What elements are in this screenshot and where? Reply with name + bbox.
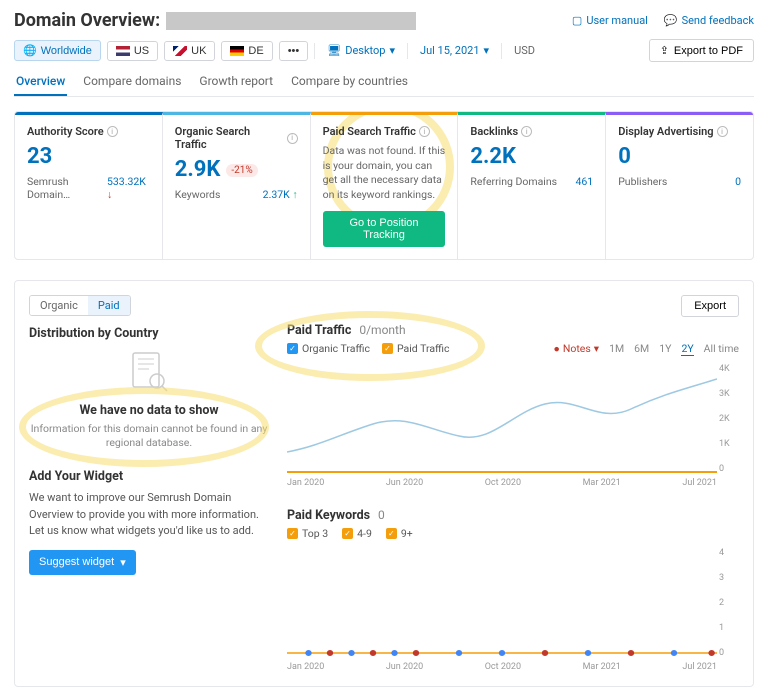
paid-traffic-chart: 4K 3K 2K 1K 0 — [287, 364, 739, 474]
page-title: Domain Overview: — [14, 10, 160, 31]
range-1y[interactable]: 1Y — [659, 342, 671, 355]
change-badge: -21% — [226, 164, 257, 177]
range-2y[interactable]: 2Y — [681, 342, 693, 356]
paid-traffic-value: 0/month — [359, 323, 405, 337]
speech-icon: 💬 — [664, 14, 678, 27]
metric-value: 2.2K — [470, 144, 593, 169]
tab-compare-domains[interactable]: Compare domains — [81, 68, 183, 96]
checkbox-icon: ✓ — [287, 528, 298, 539]
checkbox-icon: ✓ — [342, 528, 353, 539]
legend-4-9[interactable]: ✓4-9 — [342, 527, 372, 540]
info-icon: i — [419, 126, 430, 137]
checkbox-icon: ✓ — [382, 343, 393, 354]
book-icon: ▢ — [572, 14, 582, 27]
notes-dropdown[interactable]: ●Notes▾ — [554, 342, 600, 355]
chevron-down-icon: ▾ — [594, 342, 599, 355]
flag-uk-icon — [173, 46, 187, 56]
globe-icon: 🌐 — [23, 44, 37, 57]
paid-keywords-title: Paid Keywords — [287, 508, 370, 523]
range-alltime[interactable]: All time — [704, 342, 739, 355]
tab-compare-countries[interactable]: Compare by countries — [289, 68, 410, 96]
date-filter[interactable]: Jul 15, 2021▾ — [414, 41, 495, 60]
tab-overview[interactable]: Overview — [14, 68, 67, 96]
metric-backlinks[interactable]: Backlinksi 2.2K Referring Domains461 — [458, 112, 606, 259]
chevron-down-icon: ▾ — [484, 44, 490, 57]
paid-keywords-value: 0 — [378, 508, 385, 522]
paid-keywords-chart: 4 3 2 1 0 — [287, 548, 739, 658]
arrow-down-icon: ↓ — [107, 188, 112, 201]
desktop-icon: 🖥 — [327, 44, 341, 57]
separator — [314, 43, 315, 59]
separator — [501, 43, 502, 59]
country-de[interactable]: DE — [221, 41, 272, 61]
separator — [407, 43, 408, 59]
info-icon: i — [717, 126, 728, 137]
domain-name-redacted — [166, 12, 416, 30]
currency-label: USD — [508, 41, 541, 60]
user-manual-link[interactable]: ▢User manual — [572, 14, 648, 27]
suggest-widget-button[interactable]: Suggest widget▾ — [29, 550, 136, 575]
no-data-message: Information for this domain cannot be fo… — [29, 422, 269, 451]
metric-display-advertising[interactable]: Display Advertisingi 0 Publishers0 — [606, 112, 753, 259]
widget-section-message: We want to improve our Semrush Domain Ov… — [29, 490, 269, 540]
chevron-down-icon: ▾ — [120, 556, 126, 569]
no-data-title: We have no data to show — [29, 403, 269, 418]
range-6m[interactable]: 6M — [634, 342, 649, 355]
tab-growth-report[interactable]: Growth report — [197, 68, 275, 96]
distribution-title: Distribution by Country — [29, 326, 269, 341]
chevron-down-icon: ▾ — [389, 44, 395, 57]
country-uk[interactable]: UK — [164, 41, 215, 61]
checkbox-icon: ✓ — [287, 343, 298, 354]
legend-organic[interactable]: ✓Organic Traffic — [287, 342, 370, 355]
country-us[interactable]: US — [107, 41, 158, 61]
widget-section-title: Add Your Widget — [29, 469, 269, 484]
arrow-up-icon: ↑ — [292, 188, 297, 201]
flag-us-icon — [116, 46, 130, 56]
metric-authority-score[interactable]: Authority Scorei 23 Semrush Domain…533.3… — [15, 112, 163, 259]
info-icon: i — [287, 133, 298, 144]
device-filter[interactable]: 🖥Desktop▾ — [321, 41, 401, 60]
metric-value: 2.9K-21% — [175, 157, 298, 182]
metric-paid-traffic[interactable]: Paid Search Traffici Data was not found.… — [311, 112, 459, 259]
export-pdf-button[interactable]: ⇪Export to PDF — [649, 39, 754, 62]
metric-value: 0 — [618, 144, 741, 169]
metric-value: 23 — [27, 144, 150, 169]
metric-organic-traffic[interactable]: Organic Search Traffici 2.9K-21% Keyword… — [163, 112, 311, 259]
country-more[interactable]: ••• — [279, 41, 309, 61]
metric-message: Data was not found. If this is your doma… — [323, 144, 446, 203]
legend-9plus[interactable]: ✓9+ — [386, 527, 413, 540]
x-axis-labels: Jan 2020 Jun 2020 Oct 2020 Mar 2021 Jul … — [287, 662, 717, 672]
traffic-type-toggle: Organic Paid — [29, 295, 131, 316]
document-search-icon — [129, 351, 169, 395]
legend-top3[interactable]: ✓Top 3 — [287, 527, 328, 540]
range-1m[interactable]: 1M — [609, 342, 624, 355]
paid-traffic-title: Paid Traffic — [287, 323, 351, 338]
legend-paid[interactable]: ✓Paid Traffic — [382, 342, 450, 355]
flag-de-icon — [230, 46, 244, 56]
checkbox-icon: ✓ — [386, 528, 397, 539]
info-icon: i — [107, 126, 118, 137]
worldwide-filter[interactable]: 🌐Worldwide — [14, 40, 101, 61]
send-feedback-link[interactable]: 💬Send feedback — [664, 14, 754, 27]
info-icon: i — [521, 126, 532, 137]
note-icon: ● — [554, 342, 560, 355]
toggle-paid[interactable]: Paid — [88, 296, 130, 315]
export-icon: ⇪ — [660, 44, 669, 57]
export-button[interactable]: Export — [681, 295, 739, 317]
go-position-tracking-button[interactable]: Go to Position Tracking — [323, 211, 446, 247]
toggle-organic[interactable]: Organic — [30, 296, 88, 315]
x-axis-labels: Jan 2020 Jun 2020 Oct 2020 Mar 2021 Jul … — [287, 478, 717, 488]
